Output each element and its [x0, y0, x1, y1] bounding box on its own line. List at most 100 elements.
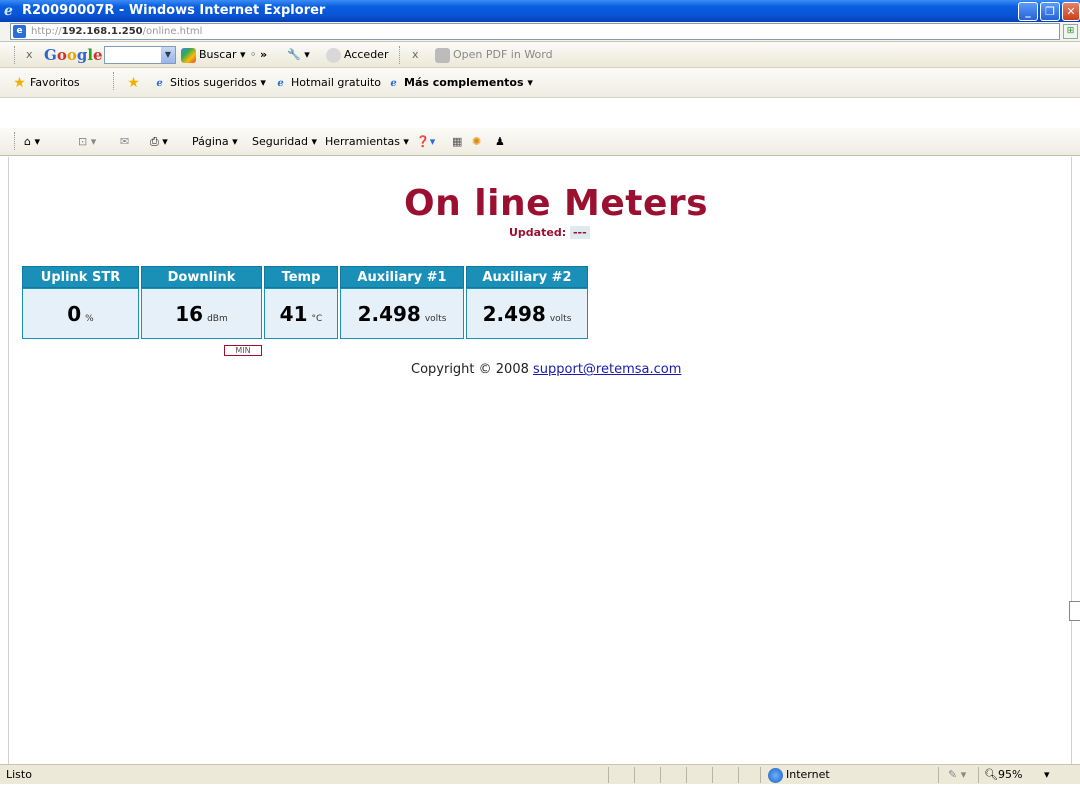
security-menu-label: Seguridad	[252, 135, 308, 148]
command-bar: ⌂ ▾ ⊡ ▾ ✉ ⎙ ▾ Página ▾ Seguridad ▾ Herra…	[0, 128, 1080, 156]
zoom-level: 95%	[997, 768, 1023, 781]
toolbar-grip[interactable]	[399, 46, 402, 64]
user-circle-icon	[326, 47, 341, 63]
google-toolbar: x Google ▼ Buscar ▾ ◦ » 🔧 ▾ Acceder x Op…	[0, 42, 1080, 68]
open-pdf-label: Open PDF in Word	[453, 48, 553, 61]
hotmail-link[interactable]: ℯ Hotmail gratuito	[273, 68, 381, 98]
toolbar-grip[interactable]	[14, 132, 17, 150]
help-icon[interactable]: ❓▾	[416, 128, 435, 156]
minimize-button[interactable]: _	[1018, 2, 1038, 21]
research-icon[interactable]: ▦	[452, 128, 462, 156]
updated-value: ---	[569, 226, 590, 239]
window-title: R20090007R - Windows Internet Explorer	[22, 3, 326, 18]
toolbar-grip[interactable]	[113, 72, 116, 90]
security-menu[interactable]: Seguridad ▾	[252, 128, 317, 156]
meter-header-temp: Temp	[264, 266, 338, 288]
address-input[interactable]: e http://192.168.1.250/online.html	[10, 23, 1060, 40]
meter-cell-temp: 41 °C	[264, 288, 338, 339]
zoom-dropdown-icon[interactable]: ▾	[1044, 765, 1050, 785]
signin-button[interactable]: Acceder	[326, 42, 388, 68]
google-search-label: Buscar	[199, 48, 237, 61]
protected-mode-icon[interactable]: ✎ ▾	[948, 765, 966, 785]
favorites-bar: ★ Favoritos ★ ℯ Sitios sugeridos ▾ ℯ Hotmai…	[0, 68, 1080, 98]
favorites-label: Favoritos	[30, 76, 80, 89]
internet-explorer-icon: ℯ	[4, 3, 13, 19]
ie-page-icon: ℯ	[156, 77, 163, 89]
meter-unit: °C	[311, 313, 323, 324]
wrench-icon[interactable]: 🔧 ▾	[287, 42, 310, 68]
feeds-icon[interactable]: ⊡ ▾	[78, 128, 96, 156]
meter-value: 0	[67, 301, 82, 326]
meter-cell-aux1: 2.498 volts	[340, 288, 464, 339]
scrollbar-fragment	[1069, 601, 1080, 621]
suggested-sites-button[interactable]: ℯ Sitios sugeridos ▾	[152, 68, 266, 98]
pdf-toolbar-close-button[interactable]: x	[412, 42, 419, 68]
meter-header-uplink: Uplink STR	[22, 266, 139, 288]
updated-indicator: Updated: ---	[509, 226, 590, 239]
status-text: Listo	[6, 768, 32, 781]
tools-menu-label: Herramientas	[325, 135, 400, 148]
page-menu[interactable]: Página ▾	[192, 128, 238, 156]
globe-icon	[768, 767, 783, 783]
copyright-footer: Copyright © 2008 support@retemsa.com	[411, 362, 681, 377]
updated-label: Updated:	[509, 226, 567, 239]
support-email-link[interactable]: support@retemsa.com	[533, 362, 681, 377]
window-title-bar[interactable]: ℯ R20090007R - Windows Internet Explorer…	[0, 0, 1080, 22]
security-zone-label: Internet	[786, 768, 830, 781]
google-search-input[interactable]: ▼	[104, 46, 176, 64]
add-favorite-icon[interactable]: ★	[126, 68, 144, 98]
security-zone[interactable]: Internet	[768, 765, 830, 785]
zoom-icon: 🔍︎	[984, 768, 998, 781]
status-bar: Listo Internet ✎ ▾ 🔍︎95% ▾	[0, 764, 1080, 784]
meter-cell-uplink: 0%	[22, 288, 139, 339]
hotmail-label: Hotmail gratuito	[291, 76, 382, 89]
meters-table: Uplink STR Downlink Temp Auxiliary #1 Au…	[20, 266, 590, 339]
page-content: On line Meters Updated: --- Uplink STR D…	[8, 157, 1080, 764]
copyright-text: Copyright © 2008	[411, 362, 529, 377]
meter-unit: volts	[424, 313, 447, 324]
google-toolbar-close-button[interactable]: x	[26, 42, 33, 68]
ie-page-icon: ℯ	[390, 77, 397, 89]
address-bar: e http://192.168.1.250/online.html ⊞	[0, 22, 1080, 42]
min-indicator: MIN	[224, 345, 262, 356]
meter-cell-downlink: 16 dBm	[141, 288, 262, 339]
meter-unit: %	[85, 313, 94, 324]
person-icon[interactable]: ♟	[495, 128, 505, 156]
signin-label: Acceder	[344, 48, 389, 61]
favorites-button[interactable]: ★ Favoritos	[12, 68, 80, 98]
compatibility-view-icon[interactable]: ⊞	[1063, 24, 1078, 39]
more-chevron-icon[interactable]: ◦ »	[250, 42, 267, 68]
page-menu-label: Página	[192, 135, 229, 148]
zoom-control[interactable]: 🔍︎95%	[984, 765, 1022, 785]
maximize-button[interactable]: ❐	[1040, 2, 1060, 21]
meter-header-aux2: Auxiliary #2	[466, 266, 588, 288]
open-pdf-in-word-button[interactable]: Open PDF in Word	[435, 42, 553, 68]
meter-header-downlink: Downlink	[141, 266, 262, 288]
chevron-down-icon[interactable]: ▼	[161, 47, 175, 63]
page-title: On line Meters	[404, 183, 709, 224]
google-search-button[interactable]: Buscar ▾	[181, 42, 246, 68]
suggested-sites-label: Sitios sugeridos	[170, 76, 257, 89]
mail-icon[interactable]: ✉	[120, 128, 129, 156]
messenger-icon[interactable]: ✺	[472, 128, 481, 156]
meter-unit: volts	[549, 313, 572, 324]
meter-value: 16	[175, 301, 204, 326]
star-icon: ★	[13, 74, 26, 91]
meter-unit: dBm	[207, 313, 228, 324]
address-host: 192.168.1.250	[61, 26, 143, 37]
google-search-icon	[181, 47, 196, 63]
more-addons-button[interactable]: ℯ Más complementos ▾	[386, 68, 533, 98]
meter-value: 2.498	[357, 301, 421, 326]
google-logo: Google	[44, 46, 103, 64]
meter-value: 2.498	[482, 301, 546, 326]
meter-value: 41	[279, 301, 308, 326]
more-addons-label: Más complementos	[404, 76, 524, 89]
toolbar-grip[interactable]	[14, 46, 17, 64]
print-icon[interactable]: ⎙ ▾	[150, 128, 168, 156]
page-icon: e	[13, 25, 26, 38]
home-icon[interactable]: ⌂ ▾	[24, 128, 40, 156]
tools-menu[interactable]: Herramientas ▾	[325, 128, 409, 156]
close-button[interactable]: ✕	[1062, 2, 1080, 21]
address-path: /online.html	[142, 26, 203, 37]
address-prefix: http://	[31, 26, 62, 37]
